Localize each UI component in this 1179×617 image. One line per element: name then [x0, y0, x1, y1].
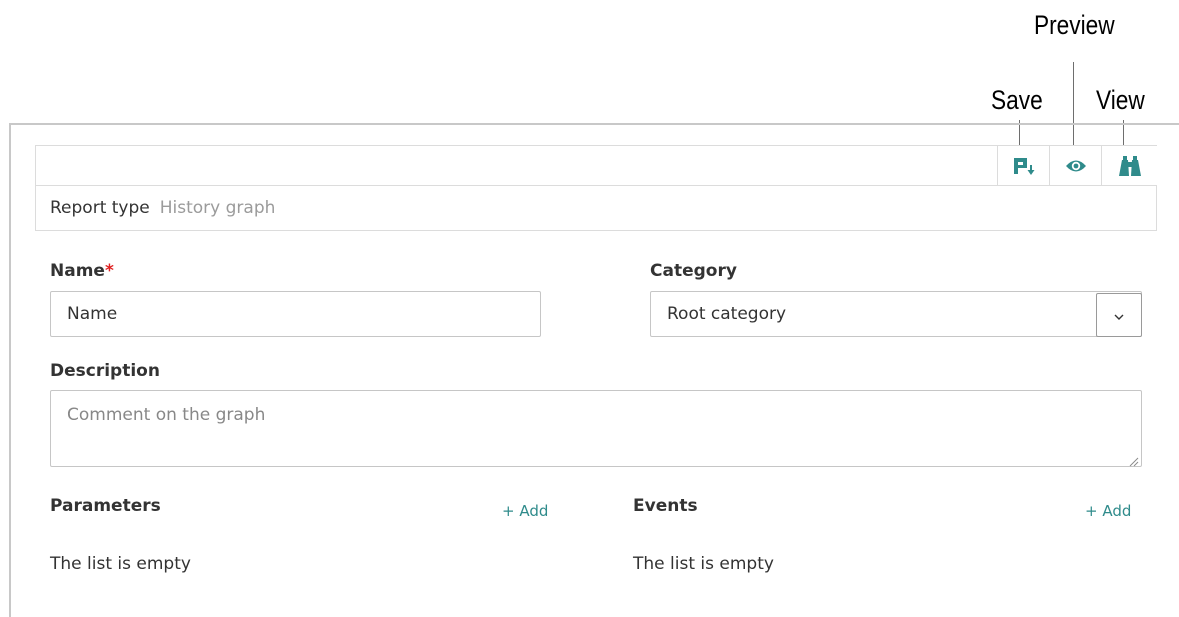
category-label: Category [650, 261, 737, 281]
view-callout: View [1096, 85, 1145, 115]
preview-callout-line [1073, 62, 1074, 150]
chevron-down-icon [1113, 306, 1125, 325]
description-label: Description [50, 361, 160, 381]
save-icon [1012, 156, 1036, 176]
app-frame-left-border [9, 123, 11, 617]
toolbar [36, 146, 1157, 186]
resize-grip-icon[interactable] [1128, 452, 1139, 467]
events-heading: Events [633, 496, 698, 516]
preview-button[interactable] [1049, 146, 1101, 185]
parameters-heading: Parameters [50, 496, 161, 516]
save-callout: Save [991, 85, 1043, 115]
binoculars-icon [1118, 155, 1142, 177]
eye-icon [1065, 158, 1087, 174]
name-input[interactable] [50, 291, 541, 337]
required-marker: * [104, 261, 114, 281]
preview-callout: Preview [1034, 10, 1115, 40]
description-textarea[interactable] [50, 390, 1142, 467]
events-empty-text: The list is empty [633, 554, 774, 574]
app-frame-top-border [9, 123, 1179, 125]
report-type-row: Report type History graph [50, 198, 275, 218]
add-parameter-link[interactable]: + Add [502, 502, 548, 520]
report-header: Report type History graph [35, 145, 1157, 231]
report-type-value: History graph [159, 198, 276, 218]
category-select[interactable]: Root category [650, 291, 1142, 337]
add-event-link[interactable]: + Add [1085, 502, 1131, 520]
name-label-text: Name [50, 261, 105, 281]
view-button[interactable] [1101, 146, 1157, 185]
category-dropdown-button[interactable] [1096, 293, 1142, 337]
save-button[interactable] [997, 146, 1049, 185]
name-label: Name* [50, 261, 114, 281]
parameters-empty-text: The list is empty [50, 554, 191, 574]
category-value: Root category [667, 304, 787, 324]
report-type-label: Report type [50, 198, 150, 218]
